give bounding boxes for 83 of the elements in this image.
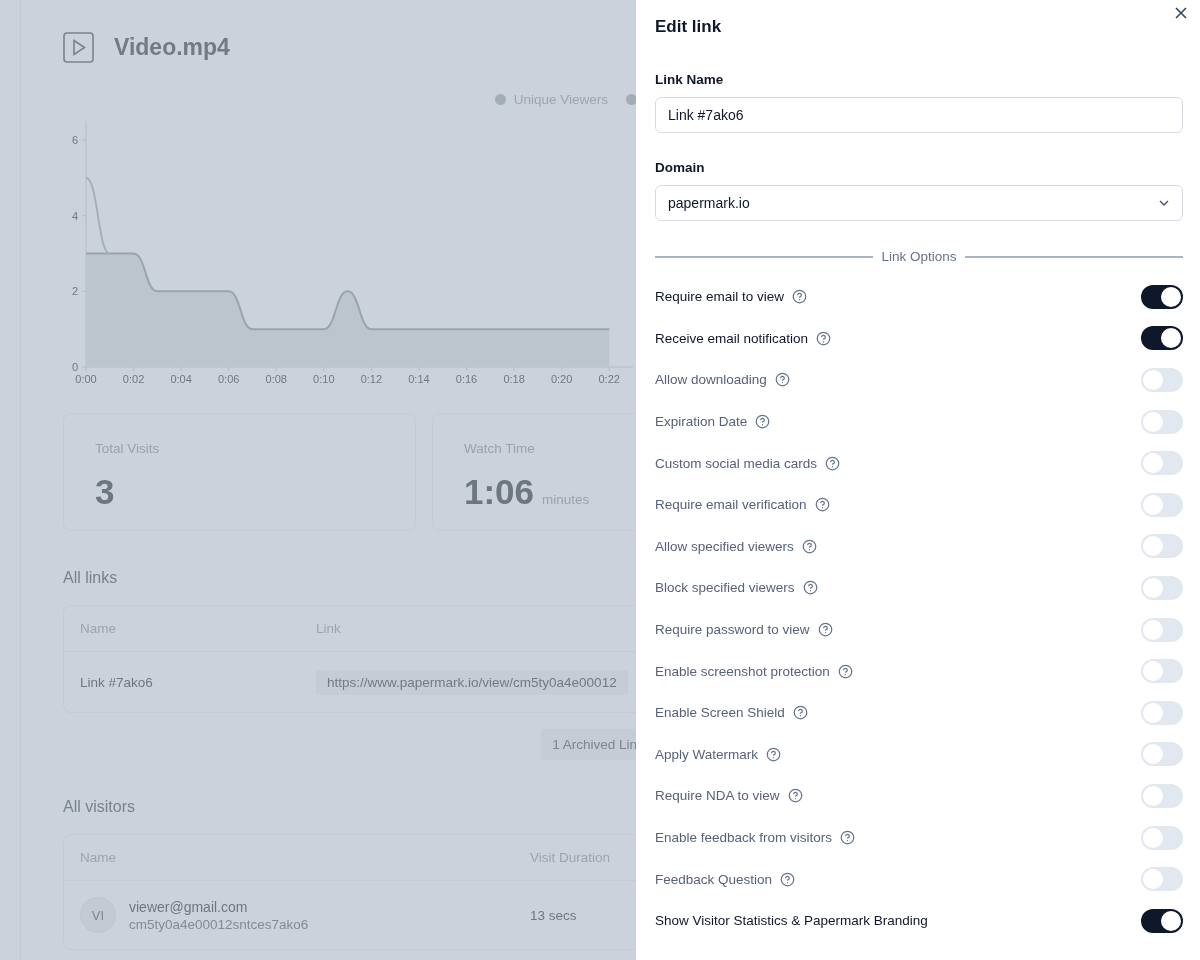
field-label: Domain	[655, 160, 706, 175]
link-name-input[interactable]: Link #7ako6	[655, 97, 1183, 133]
toggle-switch[interactable]	[1141, 409, 1183, 434]
x-tick-label: 0:14	[408, 373, 430, 385]
visitor-email: viewer@gmail.com	[129, 898, 249, 915]
option-label: Feedback Question	[655, 871, 773, 887]
legend-dot	[494, 93, 506, 105]
help-icon[interactable]	[801, 538, 817, 554]
option-label: Custom social media cards	[655, 455, 818, 471]
toggle-switch[interactable]	[1141, 700, 1183, 725]
toggle-switch[interactable]	[1141, 492, 1183, 517]
help-icon[interactable]	[780, 871, 796, 887]
y-tick-label: 6	[71, 133, 78, 146]
x-tick-label: 0:06	[218, 373, 240, 385]
help-icon[interactable]	[837, 663, 853, 679]
x-tick-label: 0:22	[598, 373, 620, 385]
toggle-switch[interactable]	[1141, 368, 1183, 392]
option-label: Enable Screen Shield	[655, 705, 785, 721]
section-title: All links	[63, 569, 119, 587]
toggle-switch[interactable]	[1141, 742, 1183, 767]
help-icon[interactable]	[766, 746, 782, 762]
document-title: Video.mp4	[114, 33, 230, 61]
toggle-switch[interactable]	[1141, 908, 1183, 933]
option-label: Receive email notification	[655, 330, 809, 346]
option-label: Enable feedback from visitors	[655, 830, 833, 845]
y-tick-label: 4	[71, 209, 78, 222]
option-label: Require password to view	[655, 622, 810, 638]
x-tick-label: 0:02	[122, 373, 145, 385]
help-icon[interactable]	[787, 788, 803, 804]
stat-value: 1:06	[464, 472, 535, 512]
toggle-switch[interactable]	[1141, 451, 1183, 476]
toggle-switch[interactable]	[1141, 867, 1183, 892]
toggle-switch[interactable]	[1141, 575, 1183, 600]
x-tick-label: 0:12	[360, 373, 383, 385]
help-icon[interactable]	[825, 455, 841, 471]
x-tick-label: 0:04	[170, 373, 192, 385]
stat-value: 3	[95, 472, 115, 512]
toggle-switch[interactable]	[1141, 825, 1183, 850]
help-icon[interactable]	[817, 622, 833, 638]
toggle-switch[interactable]	[1141, 659, 1183, 684]
help-icon[interactable]	[840, 830, 856, 845]
x-tick-label: 0:16	[455, 373, 478, 385]
play-icon	[63, 31, 94, 63]
toggle-switch[interactable]	[1141, 284, 1183, 309]
y-tick-label: 0	[71, 361, 78, 373]
x-tick-label: 0:08	[265, 373, 287, 385]
option-label: Require email to view	[655, 289, 785, 305]
option-label: Require email verification	[655, 497, 807, 513]
help-icon[interactable]	[802, 580, 818, 596]
help-icon[interactable]	[755, 414, 771, 430]
x-tick-label: 0:18	[503, 373, 525, 385]
visitor-id: cm5ty0a4e00012sntces7ako6	[129, 916, 309, 932]
option-label: Allow specified viewers	[655, 538, 794, 554]
close-icon[interactable]	[1174, 6, 1188, 20]
option-label: Show Visitor Statistics & Papermark Branding	[655, 913, 928, 929]
divider-label: Link Options	[881, 249, 957, 264]
toggle-switch[interactable]	[1141, 534, 1183, 559]
option-label: Block specified viewers	[655, 580, 795, 596]
table-cell-text: Link #7ako6	[80, 674, 154, 690]
help-icon[interactable]	[814, 497, 830, 513]
option-label: Require NDA to view	[655, 788, 780, 804]
section-title: All visitors	[63, 798, 136, 816]
help-icon[interactable]	[816, 330, 832, 346]
option-label: Enable screenshot protection	[655, 663, 830, 679]
x-tick-label: 0:20	[550, 373, 573, 385]
toggle-switch[interactable]	[1141, 783, 1183, 808]
y-tick-label: 2	[71, 285, 78, 298]
x-tick-label: 0:10	[313, 373, 335, 385]
field-label: Link Name	[655, 72, 725, 87]
option-label: Apply Watermark	[655, 746, 759, 762]
chevron-down-icon	[1158, 199, 1170, 207]
help-icon[interactable]	[792, 705, 808, 721]
help-icon[interactable]	[774, 372, 790, 388]
table-cell-text: 13 secs	[530, 907, 578, 923]
avatar: VI	[80, 897, 116, 933]
toggle-switch[interactable]	[1141, 326, 1183, 351]
x-tick-label: 0:00	[75, 373, 97, 385]
panel-title: Edit link	[655, 17, 723, 38]
option-label: Allow downloading	[655, 372, 767, 388]
help-icon[interactable]	[792, 289, 808, 305]
option-label: Expiration Date	[655, 414, 748, 430]
toggle-switch[interactable]	[1141, 617, 1183, 642]
domain-select[interactable]: papermark.io	[655, 185, 1183, 221]
